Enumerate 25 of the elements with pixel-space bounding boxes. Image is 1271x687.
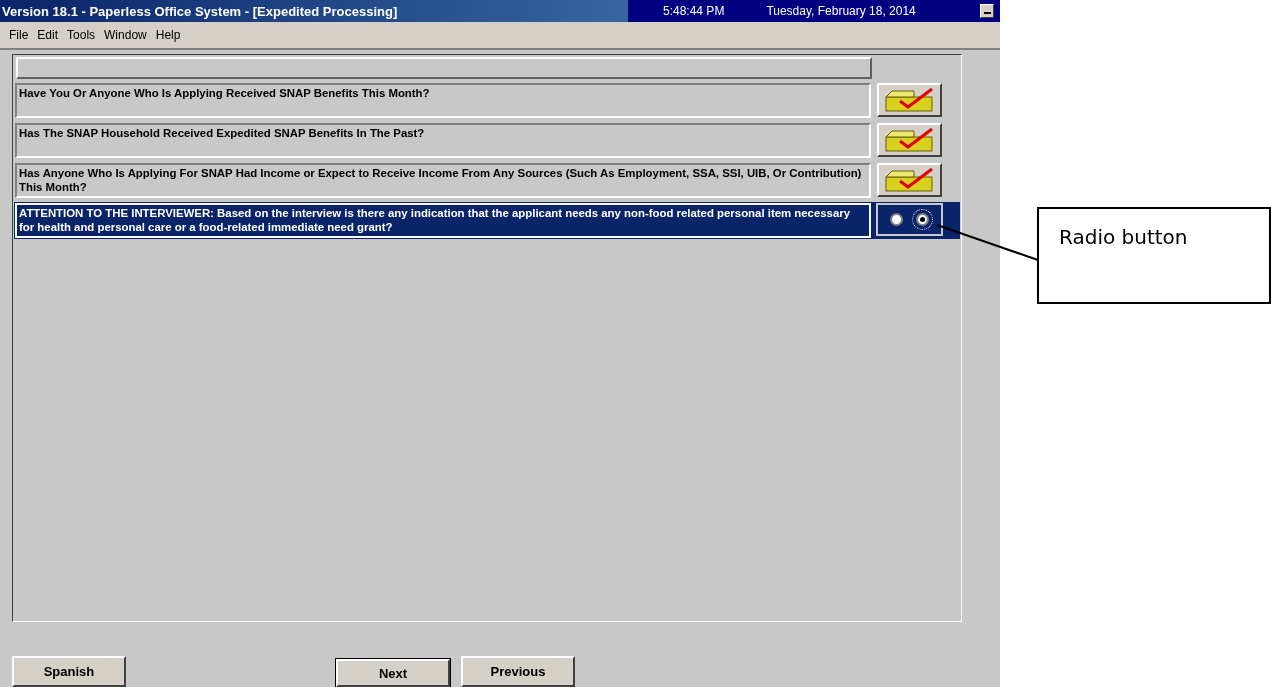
question-text: ATTENTION TO THE INTERVIEWER: Based on the interview is there any indication that the applicant needs any non-food related personal item necessary for health and personal care or a food-related immediate need grant? — [15, 203, 871, 238]
question-text: Have You Or Anyone Who Is Applying Received SNAP Benefits This Month? — [15, 83, 871, 118]
answer-button[interactable] — [877, 83, 942, 117]
menu-item[interactable]: Help — [155, 28, 181, 42]
checkmark-folder-icon — [883, 127, 936, 153]
radio-button[interactable] — [915, 213, 929, 226]
action-button[interactable]: Spanish — [12, 656, 126, 687]
action-button[interactable]: Next — [336, 659, 450, 687]
question-text: Has The SNAP Household Received Expedited SNAP Benefits In The Past? — [15, 123, 871, 158]
clock-date: Tuesday, February 18, 2014 — [766, 4, 916, 18]
menu-item[interactable]: Edit — [37, 28, 59, 42]
checkmark-folder-icon — [883, 167, 936, 193]
answer-button[interactable] — [877, 163, 942, 197]
answer-button[interactable] — [877, 123, 942, 157]
action-button[interactable]: Previous — [461, 656, 575, 687]
clock-time: 5:48:44 PM — [663, 4, 725, 18]
window-title: Version 18.1 - Paperless Office System - [Expedited Processing] — [1, 3, 399, 19]
radio-button[interactable] — [890, 213, 904, 226]
menu-item[interactable]: Window — [104, 28, 147, 42]
minimize-button[interactable] — [980, 4, 994, 18]
question-text: Has Anyone Who Is Applying For SNAP Had Income or Expect to Receive Income From Any Sources (Such As Employment, SSA, SSI, UIB, Or Contribution) This Month? — [15, 163, 871, 198]
checkmark-folder-icon — [883, 87, 936, 113]
menu-item[interactable]: Tools — [67, 28, 96, 42]
callout-text: Radio button — [1059, 225, 1188, 249]
menu-item[interactable]: File — [9, 28, 29, 42]
